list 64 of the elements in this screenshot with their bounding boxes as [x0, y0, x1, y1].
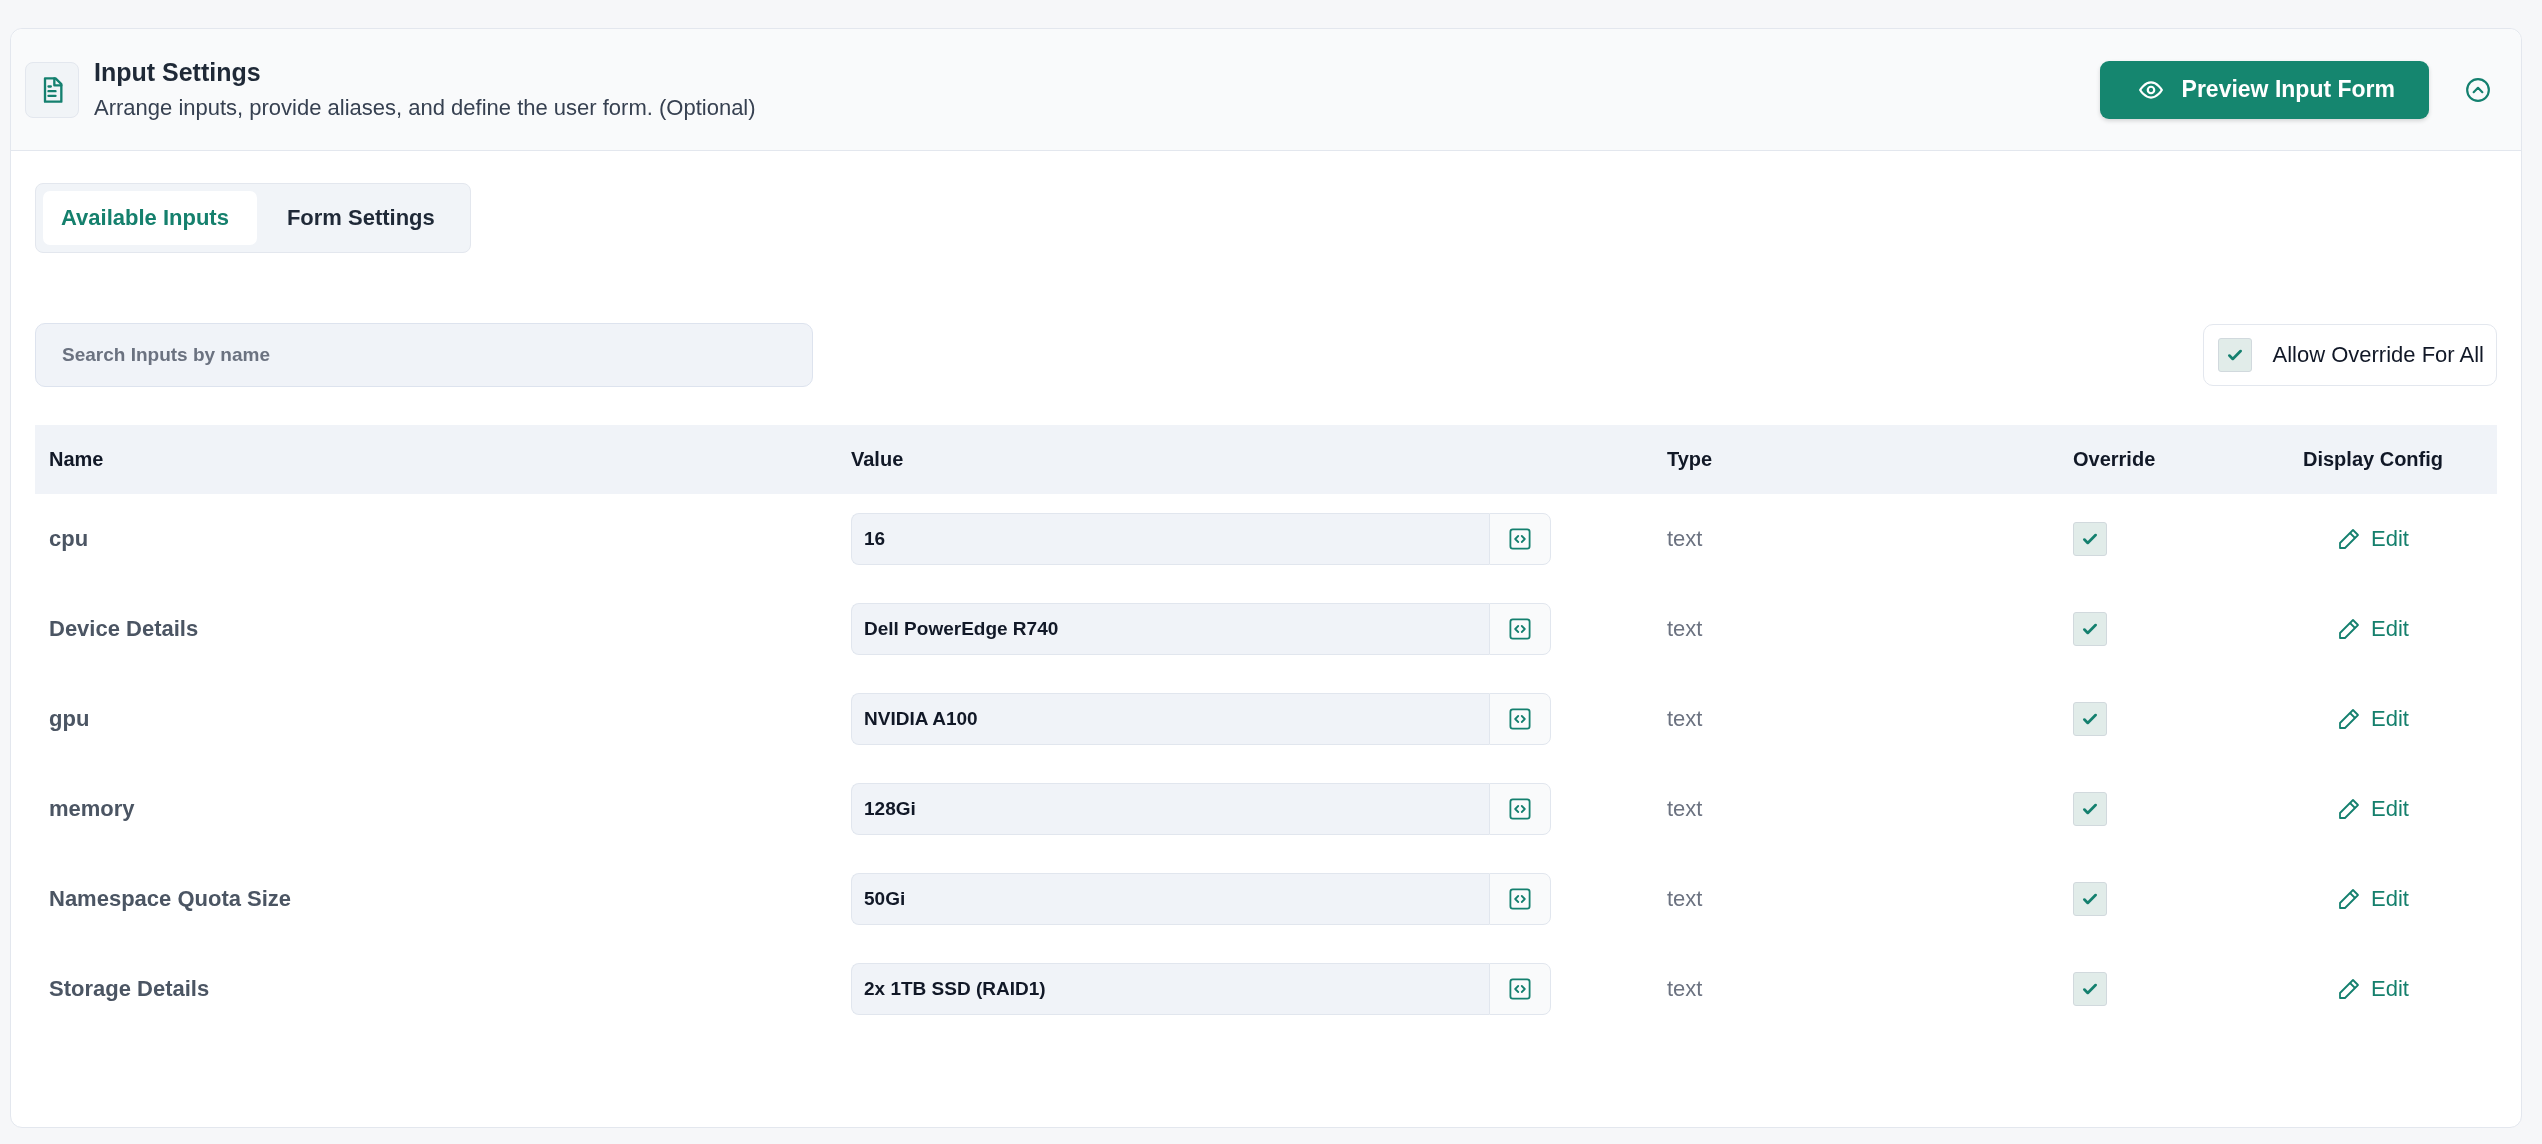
column-header: Value [850, 448, 905, 471]
value-field[interactable]: 16 [851, 513, 1489, 565]
pencil-icon [2337, 707, 2362, 731]
edit-link[interactable]: Edit [2337, 976, 2409, 1002]
column-header: Name [48, 448, 105, 471]
value-field[interactable]: Dell PowerEdge R740 [851, 603, 1489, 655]
edit-link[interactable]: Edit [2337, 886, 2409, 912]
pencil-icon [2337, 527, 2362, 551]
code-button[interactable] [1489, 873, 1551, 925]
code-button[interactable] [1489, 783, 1551, 835]
code-button[interactable] [1489, 513, 1551, 565]
edit-link[interactable]: Edit [2337, 616, 2409, 642]
column-header: Display Config [2302, 448, 2444, 471]
override-checkbox[interactable] [2073, 702, 2107, 736]
override-checkbox[interactable] [2073, 522, 2107, 556]
code-icon [1508, 707, 1532, 731]
pencil-icon [2337, 887, 2362, 911]
pencil-icon [2337, 797, 2362, 821]
value-field[interactable]: 50Gi [851, 873, 1489, 925]
input-name: gpu [48, 706, 91, 732]
search-field[interactable]: Search Inputs by name [35, 323, 813, 387]
value-field[interactable]: NVIDIA A100 [851, 693, 1489, 745]
value-field[interactable]: 128Gi [851, 783, 1489, 835]
type-cell-text: text [1666, 976, 1704, 1002]
input-name: Device Details [48, 616, 200, 642]
edit-link[interactable]: Edit [2337, 706, 2409, 732]
code-icon [1508, 527, 1532, 551]
code-button[interactable] [1489, 963, 1551, 1015]
pencil-icon [2337, 617, 2362, 641]
code-icon [1508, 977, 1532, 1001]
column-header: Type [1666, 448, 1714, 471]
override-checkbox[interactable] [2073, 972, 2107, 1006]
override-checkbox[interactable] [2073, 882, 2107, 916]
code-button[interactable] [1489, 693, 1551, 745]
code-icon [1508, 617, 1532, 641]
type-cell-text: text [1666, 886, 1704, 912]
column-header: Override [2072, 448, 2157, 471]
type-cell-text: text [1666, 796, 1704, 822]
code-icon [1508, 887, 1532, 911]
type-cell-text: text [1666, 526, 1704, 552]
input-name: Namespace Quota Size [48, 886, 293, 912]
allow-override-option[interactable]: Allow Override For All [2203, 324, 2497, 386]
type-cell-text: text [1666, 706, 1704, 732]
override-checkbox[interactable] [2073, 612, 2107, 646]
checkbox[interactable] [2218, 338, 2253, 372]
input-name: memory [48, 796, 136, 822]
edit-link[interactable]: Edit [2337, 796, 2409, 822]
section-title: Input Settings [94, 58, 262, 87]
tab[interactable]: Form Settings [268, 191, 463, 245]
code-button[interactable] [1489, 603, 1551, 655]
value-field[interactable]: 2x 1TB SSD (RAID1) [851, 963, 1489, 1015]
code-icon [1508, 797, 1532, 821]
input-name: Storage Details [48, 976, 211, 1002]
section-subtitle: Arrange inputs, provide aliases, and define the user form. (Optional) [94, 95, 757, 121]
tab[interactable]: Available Inputs [43, 191, 257, 245]
type-cell-text: text [1666, 616, 1704, 642]
document-icon [25, 61, 79, 118]
edit-link[interactable]: Edit [2337, 526, 2409, 552]
override-checkbox[interactable] [2073, 792, 2107, 826]
collapse-icon[interactable] [2465, 76, 2491, 103]
pencil-icon [2337, 977, 2362, 1001]
preview-input-form-button[interactable]: Preview Input Form [2099, 60, 2429, 119]
input-name: cpu [48, 526, 90, 552]
checkbox-label: Allow Override For All [2272, 342, 2484, 368]
